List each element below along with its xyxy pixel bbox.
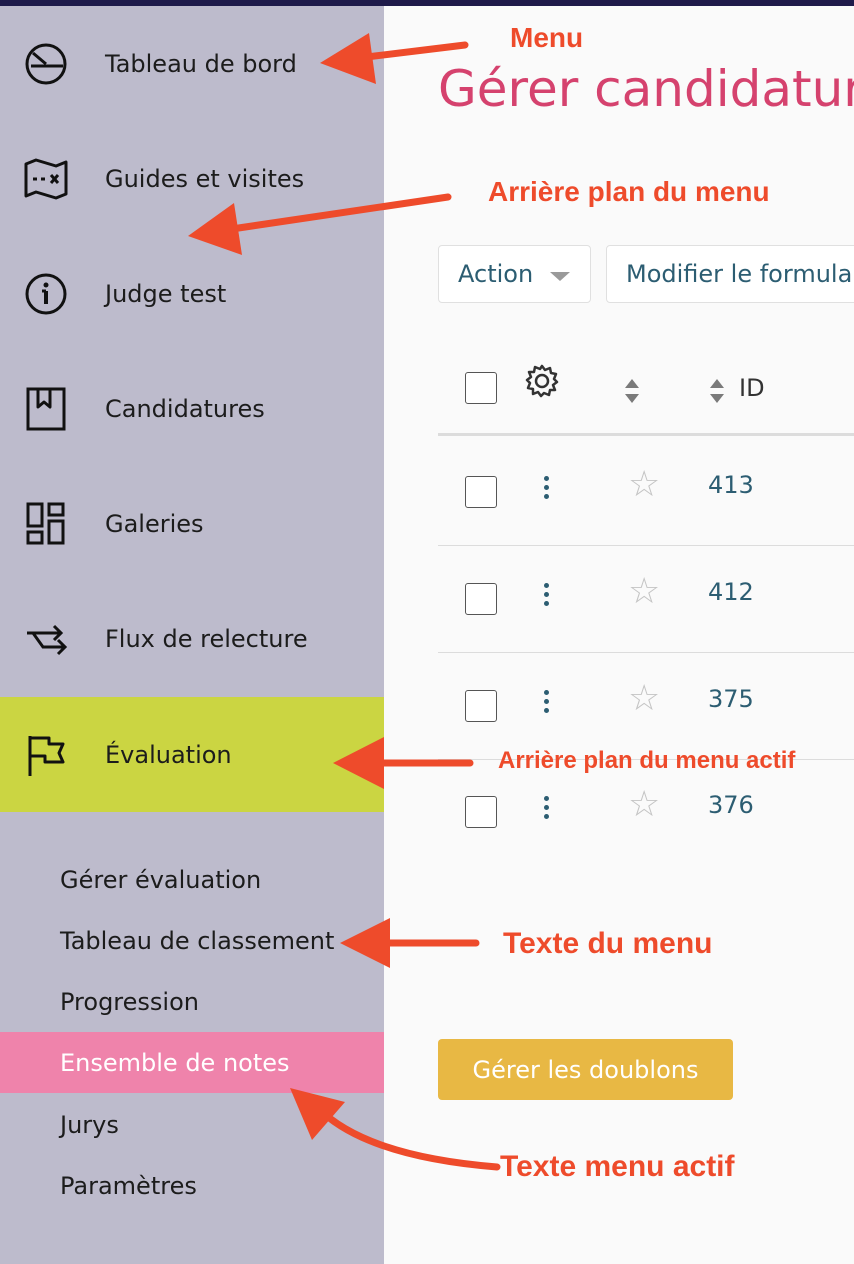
gear-icon[interactable] <box>524 363 560 403</box>
sidebar-item-label: Tableau de bord <box>105 49 297 78</box>
action-dropdown[interactable]: Action <box>438 245 591 303</box>
kebab-menu-icon[interactable] <box>542 583 550 607</box>
edit-form-button[interactable]: Modifier le formulaire <box>606 245 854 303</box>
bookmark-icon <box>22 385 70 433</box>
star-icon[interactable]: ☆ <box>628 574 660 610</box>
table-row: ☆ 375 <box>438 653 854 760</box>
sidebar-item-evaluation[interactable]: Évaluation <box>0 697 384 812</box>
gallery-grid-icon <box>22 500 70 548</box>
sidebar-item-label: Évaluation <box>105 740 232 769</box>
submenu-item-ensemble-notes[interactable]: Ensemble de notes <box>0 1032 384 1093</box>
submenu-item-parametres[interactable]: Paramètres <box>0 1155 384 1216</box>
column-header-id[interactable]: ID <box>739 374 765 402</box>
submenu-item-progression[interactable]: Progression <box>0 971 384 1032</box>
chevron-down-icon <box>550 272 570 281</box>
submenu-item-tableau-classement[interactable]: Tableau de classement <box>0 910 384 971</box>
row-checkbox[interactable] <box>465 583 497 615</box>
table-row: ☆ 376 <box>438 759 854 866</box>
map-icon <box>22 155 70 203</box>
row-id-link[interactable]: 375 <box>708 685 754 713</box>
sidebar: Tableau de bord Guides et visites Judge … <box>0 6 384 1264</box>
submenu-item-label: Paramètres <box>60 1171 197 1200</box>
manage-duplicates-button[interactable]: Gérer les doublons <box>438 1039 733 1100</box>
sidebar-item-judge-test[interactable]: Judge test <box>0 236 384 351</box>
sidebar-item-galeries[interactable]: Galeries <box>0 466 384 581</box>
annotation-active-menu-text: Texte menu actif <box>500 1150 735 1183</box>
submenu-item-label: Jurys <box>60 1110 119 1139</box>
kebab-menu-icon[interactable] <box>542 690 550 714</box>
annotation-menu: Menu <box>510 22 584 53</box>
sidebar-item-label: Flux de relecture <box>105 624 308 653</box>
row-checkbox[interactable] <box>465 796 497 828</box>
row-id-link[interactable]: 413 <box>708 471 754 499</box>
flag-icon <box>22 731 70 779</box>
sidebar-item-flux-relecture[interactable]: Flux de relecture <box>0 581 384 696</box>
submenu-item-label: Gérer évaluation <box>60 865 262 894</box>
submenu-item-label: Ensemble de notes <box>60 1048 290 1077</box>
star-icon[interactable]: ☆ <box>628 467 660 503</box>
sidebar-item-label: Candidatures <box>105 394 265 423</box>
sort-id-icon[interactable] <box>710 379 724 403</box>
sidebar-item-label: Guides et visites <box>105 164 305 193</box>
dashboard-gauge-icon <box>22 40 70 88</box>
sort-icon[interactable] <box>625 379 639 403</box>
sidebar-item-label: Judge test <box>105 279 227 308</box>
annotation-menu-text: Texte du menu <box>503 927 713 960</box>
kebab-menu-icon[interactable] <box>542 476 550 500</box>
action-dropdown-label: Action <box>458 260 534 288</box>
submenu-item-label: Tableau de classement <box>60 926 335 955</box>
row-checkbox[interactable] <box>465 690 497 722</box>
sidebar-item-guides[interactable]: Guides et visites <box>0 121 384 236</box>
kebab-menu-icon[interactable] <box>542 796 550 820</box>
submenu-item-label: Progression <box>60 987 199 1016</box>
annotation-menu-background: Arrière plan du menu <box>488 176 770 207</box>
page-title: Gérer candidatures <box>438 60 854 118</box>
table-row: ☆ 412 <box>438 546 854 653</box>
row-id-link[interactable]: 376 <box>708 791 754 819</box>
info-icon <box>22 270 70 318</box>
sidebar-item-dashboard[interactable]: Tableau de bord <box>0 6 384 121</box>
star-icon[interactable]: ☆ <box>628 681 660 717</box>
workflow-arrows-icon <box>22 615 70 663</box>
row-id-link[interactable]: 412 <box>708 578 754 606</box>
sidebar-item-candidatures[interactable]: Candidatures <box>0 351 384 466</box>
submenu-item-jurys[interactable]: Jurys <box>0 1094 384 1155</box>
select-all-checkbox[interactable] <box>465 372 497 404</box>
submenu-item-gerer-evaluation[interactable]: Gérer évaluation <box>0 849 384 910</box>
table-row: ☆ 413 <box>438 439 854 546</box>
row-checkbox[interactable] <box>465 476 497 508</box>
annotation-active-menu-background: Arrière plan du menu actif <box>498 747 796 774</box>
sidebar-item-label: Galeries <box>105 509 204 538</box>
star-icon[interactable]: ☆ <box>628 787 660 823</box>
table-header: ID <box>438 336 854 436</box>
edit-form-label: Modifier le formulaire <box>626 260 854 288</box>
